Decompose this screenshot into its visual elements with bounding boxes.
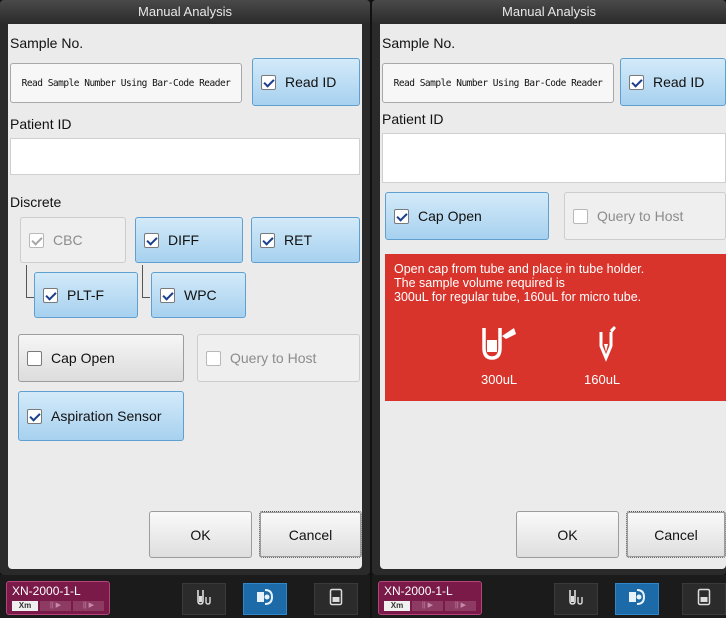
- analyzer-badge: Xm: [12, 601, 38, 611]
- plt-f-checkbox-icon: [43, 287, 58, 303]
- query-to-host-label: Query to Host: [230, 350, 317, 366]
- cap-open-checkbox-icon: [27, 350, 42, 366]
- analysis-icon: [627, 588, 647, 611]
- plt-f-button[interactable]: PLT-F: [34, 272, 138, 318]
- ret-checkbox-icon: [260, 232, 275, 248]
- analyzer-status-button[interactable]: XN-2000-1-L Xm || ▶ || ▶: [6, 581, 110, 615]
- cap-open-label: Cap Open: [418, 208, 482, 224]
- sample-card-icon: [697, 588, 711, 611]
- aspiration-sensor-button[interactable]: Aspiration Sensor: [18, 391, 184, 441]
- micro-tube-volume: 160uL: [584, 372, 621, 387]
- cap-open-label: Cap Open: [51, 350, 115, 366]
- analyzer-module-strip: Xm || ▶ || ▶: [12, 601, 104, 611]
- patient-id-label: Patient ID: [10, 116, 72, 132]
- cancel-button[interactable]: Cancel: [626, 511, 726, 558]
- patient-id-label: Patient ID: [382, 111, 444, 127]
- query-to-host-label: Query to Host: [597, 208, 684, 224]
- ok-button[interactable]: OK: [149, 511, 252, 558]
- tube-rack-button[interactable]: [554, 583, 598, 615]
- read-id-checkbox-icon: [261, 74, 276, 90]
- patient-id-input[interactable]: [10, 138, 360, 175]
- query-to-host-button: Query to Host: [197, 334, 360, 382]
- cbc-button: CBC: [20, 217, 126, 263]
- dialog-body: Sample No. Read Sample Number Using Bar-…: [8, 24, 362, 569]
- analyzer-name: XN-2000-1-L: [12, 584, 81, 598]
- dialog-title: Manual Analysis: [372, 0, 726, 24]
- module-segment: || ▶: [412, 601, 443, 611]
- cbc-label: CBC: [53, 232, 83, 248]
- cap-open-button[interactable]: Cap Open: [385, 192, 549, 240]
- regular-tube-icon: [480, 326, 520, 365]
- taskbar-left: XN-2000-1-L Xm || ▶ || ▶: [0, 575, 370, 618]
- diff-label: DIFF: [168, 232, 200, 248]
- diff-checkbox-icon: [144, 232, 159, 248]
- analyzer-name: XN-2000-1-L: [384, 584, 453, 598]
- analyzer-status-button[interactable]: XN-2000-1-L Xm || ▶ || ▶: [378, 581, 482, 615]
- module-segment: || ▶: [40, 601, 71, 611]
- read-id-label: Read ID: [653, 74, 705, 90]
- alert-message: Open cap from tube and place in tube hol…: [394, 262, 645, 304]
- wpc-connector: [142, 265, 150, 298]
- wpc-checkbox-icon: [160, 287, 175, 303]
- cbc-checkbox-icon: [29, 232, 44, 248]
- module-segment: || ▶: [73, 601, 104, 611]
- read-id-button[interactable]: Read ID: [252, 58, 360, 106]
- analyzer-module-strip: Xm || ▶ || ▶: [384, 601, 476, 611]
- query-to-host-checkbox-icon: [206, 350, 221, 366]
- analysis-button[interactable]: [243, 583, 287, 615]
- ret-label: RET: [284, 232, 312, 248]
- cap-open-button[interactable]: Cap Open: [18, 334, 184, 382]
- tube-rack-icon: [567, 588, 585, 611]
- regular-tube-volume: 300uL: [481, 372, 518, 387]
- read-id-checkbox-icon: [629, 74, 644, 90]
- sample-no-label: Sample No.: [10, 35, 84, 51]
- dialog-title: Manual Analysis: [0, 0, 370, 24]
- patient-id-input[interactable]: [382, 133, 726, 183]
- wpc-label: WPC: [184, 287, 217, 303]
- aspiration-sensor-checkbox-icon: [27, 408, 42, 424]
- manual-analysis-dialog-right: Manual Analysis Sample No. Read Sample N…: [372, 0, 726, 575]
- sample-card-button[interactable]: [682, 583, 726, 615]
- plt-f-connector: [26, 265, 34, 298]
- sample-card-button[interactable]: [314, 583, 358, 615]
- cap-open-checkbox-icon: [394, 208, 409, 224]
- tube-rack-button[interactable]: [182, 583, 226, 615]
- query-to-host-checkbox-icon: [573, 208, 588, 224]
- ret-button[interactable]: RET: [251, 217, 360, 263]
- plt-f-label: PLT-F: [67, 287, 105, 303]
- aspiration-sensor-label: Aspiration Sensor: [51, 408, 162, 424]
- cancel-button[interactable]: Cancel: [259, 511, 362, 558]
- discrete-label: Discrete: [10, 194, 62, 210]
- diff-button[interactable]: DIFF: [135, 217, 243, 263]
- tube-rack-icon: [195, 588, 213, 611]
- taskbar-right: XN-2000-1-L Xm || ▶ || ▶: [372, 575, 726, 618]
- manual-analysis-dialog-left: Manual Analysis Sample No. Read Sample N…: [0, 0, 370, 575]
- micro-tube-icon: [595, 326, 619, 365]
- barcode-read-button[interactable]: Read Sample Number Using Bar-Code Reader: [382, 63, 614, 103]
- wpc-button[interactable]: WPC: [151, 272, 246, 318]
- cap-open-alert: Open cap from tube and place in tube hol…: [385, 254, 726, 401]
- sample-card-icon: [329, 588, 343, 611]
- module-segment: || ▶: [445, 601, 476, 611]
- analysis-icon: [255, 588, 275, 611]
- ok-button[interactable]: OK: [516, 511, 619, 558]
- dialog-body: Sample No. Read Sample Number Using Bar-…: [380, 24, 726, 569]
- query-to-host-button: Query to Host: [564, 192, 726, 240]
- sample-no-label: Sample No.: [382, 35, 456, 51]
- analyzer-badge: Xm: [384, 601, 410, 611]
- barcode-read-button[interactable]: Read Sample Number Using Bar-Code Reader: [10, 63, 242, 103]
- read-id-label: Read ID: [285, 74, 337, 90]
- analysis-button[interactable]: [615, 583, 659, 615]
- read-id-button[interactable]: Read ID: [620, 58, 726, 106]
